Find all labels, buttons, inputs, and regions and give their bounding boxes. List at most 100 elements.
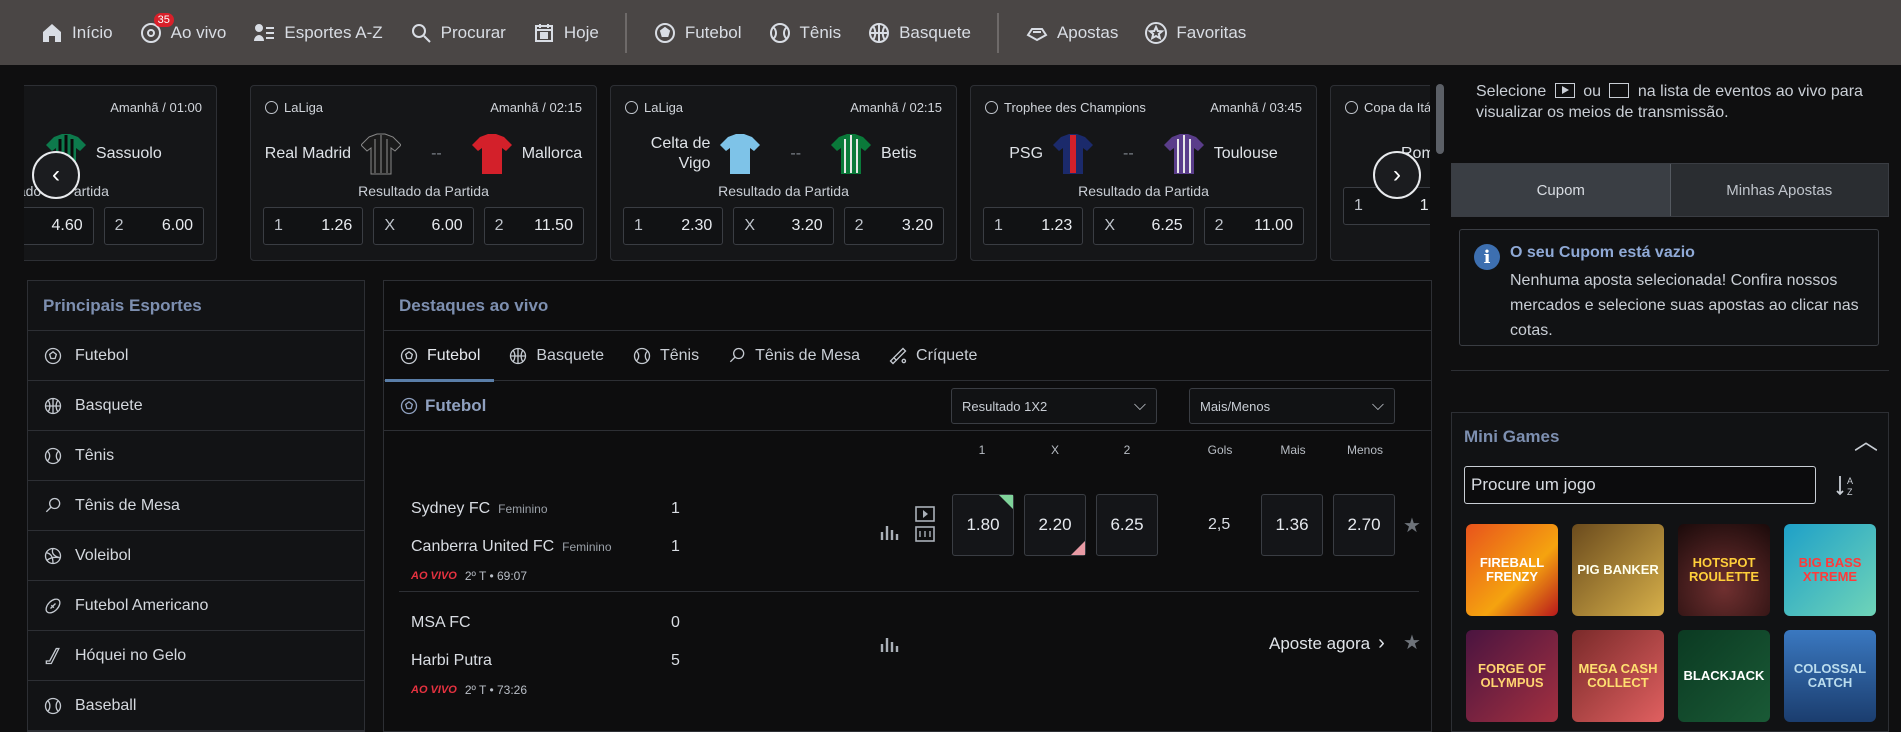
game-tile[interactable]: PIG BANKER: [1572, 524, 1664, 616]
chevron-left-icon: ‹: [52, 161, 60, 188]
betslip-tabs: Cupom Minhas Apostas: [1451, 163, 1889, 217]
scrollbar[interactable]: [1436, 84, 1444, 154]
nav-procurar[interactable]: Procurar: [409, 21, 506, 45]
match-row[interactable]: Sydney FC Feminino 1 Canberra United FC Fe…: [399, 477, 1421, 592]
search-placeholder: Procure um jogo: [1471, 475, 1596, 494]
tab-basquete[interactable]: Basquete: [508, 331, 604, 381]
odd-home-button[interactable]: 1.80: [952, 494, 1014, 556]
odd-away-button[interactable]: 6.25: [1096, 494, 1158, 556]
tab-minhas-apostas[interactable]: Minhas Apostas: [1671, 164, 1889, 216]
nav-tenis[interactable]: Tênis: [768, 21, 841, 45]
event-card[interactable]: LaLiga Amanhã / 02:15 Celta de Vigo -- Be…: [610, 85, 957, 261]
game-tile[interactable]: COLOSSAL CATCH: [1784, 630, 1876, 722]
live-count-badge: 35: [153, 12, 174, 27]
odd-button[interactable]: X 3.20: [733, 207, 834, 245]
sport-item-voleibol[interactable]: Voleibol: [28, 531, 364, 581]
sport-item-futebol-americano[interactable]: Futebol Americano: [28, 581, 364, 631]
sport-item-tenis[interactable]: Tênis: [28, 431, 364, 481]
sport-item-hoquei-no-gelo[interactable]: Hóquei no Gelo: [28, 631, 364, 681]
section-header: Futebol Resultado 1X2 ⌵ Mais/Menos ⌵: [384, 381, 1431, 431]
nav-label: Apostas: [1056, 22, 1119, 42]
sport-item-tenis-de-mesa[interactable]: Tênis de Mesa: [28, 481, 364, 531]
nav-futebol[interactable]: Futebol: [653, 21, 742, 45]
svg-text:Z: Z: [1847, 487, 1853, 497]
tab-futebol[interactable]: Futebol: [384, 331, 495, 382]
tab-tenis-de-mesa[interactable]: Tênis de Mesa: [727, 331, 860, 381]
event-time: Amanhã / 03:45: [1210, 100, 1302, 115]
nav-apostas[interactable]: Apostas: [1025, 21, 1118, 45]
odd-button[interactable]: 2 3.20: [843, 207, 944, 245]
tab-criquete[interactable]: Críquete: [888, 331, 977, 381]
league-name: Trophee des Champions: [1004, 100, 1146, 115]
event-card[interactable]: Trophee des Champions Amanhã / 03:45 PSG …: [970, 85, 1317, 261]
nav-esportes-az[interactable]: Esportes A-Z: [252, 21, 383, 45]
col-header: 2: [1123, 443, 1131, 457]
team-shirt-icon: [1163, 134, 1204, 174]
odd-button[interactable]: 2 11.50: [483, 207, 584, 245]
main-sports-panel: Principais Esportes Futebol Basquete Tên…: [27, 280, 365, 732]
game-tile[interactable]: MEGA CASH COLLECT: [1572, 630, 1664, 722]
stream-icon[interactable]: [914, 505, 936, 545]
favorite-star-icon[interactable]: ★: [1403, 630, 1421, 655]
odd-button[interactable]: 1 2.30: [623, 207, 724, 245]
stats-icon[interactable]: [879, 520, 901, 542]
odd-button[interactable]: X 6.00: [373, 207, 474, 245]
odd-button[interactable]: 2 6.00: [103, 207, 204, 245]
event-time: Amanhã / 02:15: [850, 100, 942, 115]
game-search-input[interactable]: Procure um jogo: [1464, 466, 1816, 504]
tab-tenis[interactable]: Tênis: [632, 331, 699, 381]
favorite-star-icon[interactable]: ★: [1403, 513, 1421, 538]
event-card[interactable]: LaLiga Amanhã / 02:15 Real Madrid -- Mall…: [250, 85, 597, 261]
odd-button[interactable]: X4.60: [24, 207, 94, 245]
sort-az-icon[interactable]: AZ: [1835, 473, 1859, 497]
game-tile[interactable]: FIREBALL FRENZY: [1466, 524, 1558, 616]
stats-icon[interactable]: [879, 632, 901, 654]
nav-inicio[interactable]: Início: [40, 21, 113, 45]
game-tile[interactable]: FORGE OF OLYMPUS: [1466, 630, 1558, 722]
sport-item-baseball[interactable]: Baseball: [28, 681, 364, 731]
carousel-prev-button[interactable]: ‹: [32, 151, 80, 199]
vs-separator: --: [790, 145, 802, 162]
odd-draw-button[interactable]: 2.20: [1024, 494, 1086, 556]
sport-item-basquete[interactable]: Basquete: [28, 381, 364, 431]
odd-over-button[interactable]: 1.36: [1261, 494, 1323, 556]
nav-favoritas[interactable]: Favoritas: [1144, 21, 1246, 45]
star-icon: [1145, 21, 1168, 44]
away-team: Toulouse: [1213, 145, 1278, 162]
odd-button[interactable]: 2 11.00: [1203, 207, 1304, 245]
match-row[interactable]: MSA FC 0 Harbi Putra 5 AO VIVO 2º T • 73:…: [399, 592, 1421, 707]
game-tile[interactable]: BIG BASS XTREME: [1784, 524, 1876, 616]
nav-label: Esportes A-Z: [284, 22, 383, 42]
sport-item-futebol[interactable]: Futebol: [28, 331, 364, 381]
carousel-next-button[interactable]: ›: [1373, 151, 1421, 199]
odd-button[interactable]: X 6.25: [1093, 207, 1194, 245]
col-header: Gols: [1207, 443, 1233, 457]
tab-cupom[interactable]: Cupom: [1452, 164, 1671, 216]
away-team: Harbi Putra: [411, 652, 492, 669]
chevron-up-icon[interactable]: ︿: [1854, 421, 1878, 456]
soccer-icon: [400, 397, 418, 414]
ice-hockey-icon: [45, 647, 60, 664]
market-select-over-under[interactable]: Mais/Menos ⌵: [1189, 388, 1395, 424]
home-team: MSA FC: [411, 614, 471, 631]
panel-title: Destaques ao vivo: [384, 281, 1431, 331]
bet-now-link[interactable]: Aposte agora ›: [1269, 632, 1385, 655]
game-tile[interactable]: HOTSPOT ROULETTE: [1678, 524, 1770, 616]
market-select-1x2[interactable]: Resultado 1X2 ⌵: [951, 388, 1157, 424]
nav-basquete[interactable]: Basquete: [867, 21, 971, 45]
nav-hoje[interactable]: Hoje: [532, 21, 599, 45]
betslip-empty-description: Nenhuma aposta selecionada! Confira noss…: [1510, 272, 1859, 339]
odd-button[interactable]: 1 1.23: [983, 207, 1084, 245]
table-tennis-icon: [45, 497, 61, 512]
select-value: Resultado 1X2: [962, 398, 1048, 414]
home-icon: [43, 23, 61, 42]
nav-ao-vivo[interactable]: 35 Ao vivo: [139, 12, 226, 45]
event-time: Amanhã / 01:00: [110, 100, 202, 115]
divider: [1451, 370, 1889, 371]
tab-label: Tênis de Mesa: [755, 346, 861, 364]
game-tile[interactable]: BLACKJACK: [1678, 630, 1770, 722]
odd-button[interactable]: 1 1.26: [263, 207, 364, 245]
home-score: 1: [671, 500, 680, 517]
league-name: Copa da Itál: [1364, 100, 1430, 115]
odd-under-button[interactable]: 2.70: [1333, 494, 1395, 556]
